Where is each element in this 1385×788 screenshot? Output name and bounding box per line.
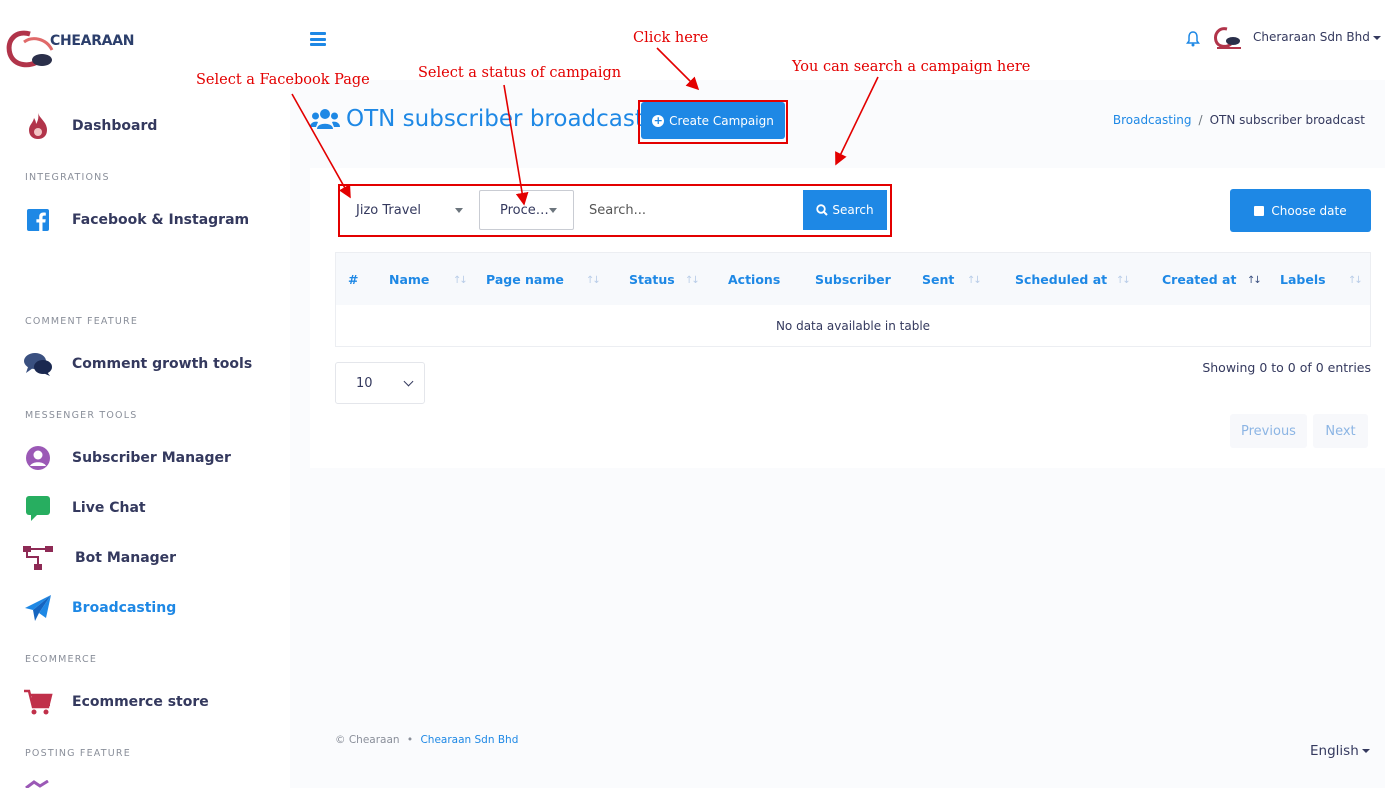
column-header-status[interactable]: Status — [629, 272, 675, 287]
comments-icon — [22, 348, 54, 380]
page-title: OTN subscriber broadcast — [310, 106, 644, 132]
column-header-created-at[interactable]: Created at — [1162, 272, 1236, 287]
sidebar-item-live-chat[interactable]: Live Chat — [22, 490, 146, 526]
sidebar — [0, 80, 290, 788]
sidebar-item-bot-manager[interactable]: Bot Manager — [22, 540, 176, 576]
sidebar-item-label: Ecommerce store — [72, 694, 209, 710]
annotation-click-here: Click here — [633, 30, 709, 46]
chat-bubble-icon — [22, 492, 54, 524]
sidebar-item-label: Broadcasting — [72, 600, 177, 616]
brand-logo[interactable]: CHEARAAN — [6, 28, 141, 72]
sort-icon[interactable]: ↑↓ — [453, 275, 468, 286]
posting-feature-icon — [24, 780, 52, 788]
footer-company-link[interactable]: Chearaan Sdn Bhd — [420, 734, 518, 746]
footer-bullet: • — [406, 734, 414, 746]
table-header: # Name ↑↓ Page name ↑↓ Status ↑↓ Actions… — [336, 253, 1370, 305]
breadcrumb-link-broadcasting[interactable]: Broadcasting — [1113, 113, 1192, 127]
campaign-table: # Name ↑↓ Page name ↑↓ Status ↑↓ Actions… — [335, 252, 1371, 347]
shopping-cart-icon — [22, 686, 54, 718]
choose-date-button[interactable]: Choose date — [1230, 189, 1371, 232]
annotation-box-filters — [338, 184, 892, 237]
column-header-actions: Actions — [728, 272, 781, 287]
annotation-box-create — [638, 100, 788, 144]
sidebar-item-label: Comment growth tools — [72, 356, 253, 372]
sidebar-heading-messenger-tools: MESSENGER TOOLS — [25, 410, 138, 421]
caret-down-icon — [1361, 749, 1370, 753]
sort-desc-icon[interactable]: ↑↓ — [1247, 275, 1262, 286]
table-empty-message: No data available in table — [775, 319, 931, 333]
annotation-select-status: Select a status of campaign — [418, 65, 622, 81]
sidebar-item-ecommerce-store[interactable]: Ecommerce store — [22, 684, 209, 720]
annotation-search-hint: You can search a campaign here — [792, 59, 1031, 75]
sort-icon[interactable]: ↑↓ — [685, 275, 700, 286]
sidebar-item-facebook-instagram[interactable]: Facebook & Instagram — [22, 202, 249, 238]
sidebar-item-dashboard[interactable]: Dashboard — [22, 108, 157, 144]
sort-icon[interactable]: ↑↓ — [1348, 275, 1363, 286]
page-title-text: OTN subscriber broadcast — [346, 106, 644, 132]
sitemap-icon — [22, 542, 54, 574]
sidebar-item-label: Facebook & Instagram — [72, 212, 250, 228]
user-menu[interactable]: Cheraraan Sdn Bhd — [1253, 30, 1381, 44]
sidebar-item-subscriber-manager[interactable]: Subscriber Manager — [22, 440, 231, 476]
page-length-select[interactable]: 10 — [335, 362, 425, 404]
sidebar-item-label: Dashboard — [72, 118, 158, 134]
sidebar-item-label: Live Chat — [72, 500, 146, 516]
choose-date-label: Choose date — [1271, 203, 1347, 218]
caret-down-icon — [1372, 35, 1381, 40]
column-header-scheduled-at[interactable]: Scheduled at — [1015, 272, 1107, 287]
sidebar-item-label: Subscriber Manager — [72, 450, 231, 466]
sidebar-heading-ecommerce: ECOMMERCE — [25, 654, 98, 665]
fire-icon — [22, 110, 54, 142]
chevron-down-icon — [403, 376, 414, 387]
user-circle-icon — [22, 442, 54, 474]
notification-bell-icon[interactable] — [1186, 31, 1200, 47]
sort-icon[interactable]: ↑↓ — [586, 275, 601, 286]
column-header-name[interactable]: Name — [389, 272, 429, 287]
paper-plane-icon — [22, 592, 54, 624]
pagination-next-button[interactable]: Next — [1313, 414, 1368, 448]
sidebar-item-comment-growth-tools[interactable]: Comment growth tools — [22, 346, 252, 382]
footer-copyright: © Chearaan — [335, 734, 400, 746]
sidebar-toggle-icon[interactable] — [310, 32, 326, 46]
user-avatar[interactable] — [1213, 26, 1245, 52]
brand-name: CHEARAAN — [50, 33, 135, 49]
column-header-subscriber: Subscriber — [815, 272, 891, 287]
page-length-value: 10 — [356, 375, 373, 391]
table-info: Showing 0 to 0 of 0 entries — [1202, 360, 1371, 375]
breadcrumb-current: OTN subscriber broadcast — [1209, 113, 1365, 127]
sort-icon[interactable]: ↑↓ — [967, 275, 982, 286]
column-header-page-name[interactable]: Page name — [486, 272, 564, 287]
language-selector[interactable]: English — [1310, 743, 1370, 759]
sidebar-heading-comment-feature: COMMENT FEATURE — [25, 316, 139, 327]
language-label: English — [1310, 743, 1359, 759]
sidebar-heading-posting-feature: POSTING FEATURE — [25, 748, 131, 759]
column-header-index[interactable]: # — [348, 272, 358, 287]
breadcrumb-separator: / — [1198, 113, 1203, 127]
sort-icon[interactable]: ↑↓ — [1116, 275, 1131, 286]
footer: © Chearaan • Chearaan Sdn Bhd — [335, 734, 518, 746]
column-header-sent[interactable]: Sent — [922, 272, 954, 287]
facebook-icon — [22, 204, 54, 236]
users-icon — [310, 109, 340, 129]
calendar-icon — [1254, 205, 1265, 216]
column-header-labels[interactable]: Labels — [1280, 272, 1326, 287]
sidebar-item-broadcasting[interactable]: Broadcasting — [22, 590, 176, 626]
annotation-select-page: Select a Facebook Page — [196, 72, 370, 88]
sidebar-heading-integrations: INTEGRATIONS — [25, 172, 110, 183]
pagination-previous-button[interactable]: Previous — [1230, 414, 1307, 448]
breadcrumb: Broadcasting / OTN subscriber broadcast — [1113, 113, 1365, 127]
sidebar-item-label: Bot Manager — [75, 550, 177, 566]
user-name-label: Cheraraan Sdn Bhd — [1253, 30, 1370, 44]
